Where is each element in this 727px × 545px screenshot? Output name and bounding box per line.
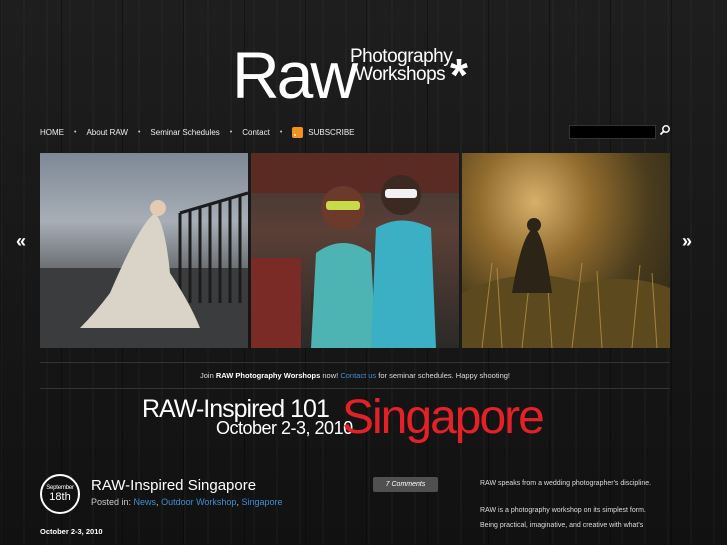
post-day: 18th: [49, 491, 71, 503]
comments-button[interactable]: 7 Comments: [373, 477, 438, 492]
slider-next-button[interactable]: »: [682, 231, 692, 252]
rss-icon[interactable]: [292, 126, 304, 138]
post-categories: Posted in: News, Outdoor Workshop, Singa…: [91, 497, 283, 507]
nav-separator: •: [74, 128, 77, 136]
banner-city: Singapore: [342, 391, 545, 444]
banner-dates: October 2-3, 2010: [216, 418, 353, 438]
contact-us-link[interactable]: Contact us: [340, 371, 376, 380]
logo-workshops-text: Workshops: [355, 64, 446, 85]
sidebar-about: RAW speaks from a wedding photographer's…: [480, 476, 660, 545]
slide-image-couple-sunglasses[interactable]: [251, 153, 459, 348]
category-link-singapore[interactable]: Singapore: [241, 497, 282, 507]
notice-suffix: for seminar schedules. Happy shooting!: [376, 371, 510, 380]
slider-prev-button[interactable]: «: [16, 231, 26, 252]
notice-prefix: Join: [200, 371, 216, 380]
nav-item-about[interactable]: About RAW: [86, 128, 128, 137]
notice-mid: now!: [320, 371, 341, 380]
notice-bold: RAW Photography Worshops: [215, 371, 321, 380]
logo-raw-text: Raw: [232, 38, 358, 112]
sidebar-paragraph: RAW is a photography workshop on its sim…: [480, 507, 646, 529]
nav-separator: •: [229, 128, 233, 136]
nav-item-home[interactable]: HOME: [40, 128, 64, 137]
search-icon[interactable]: [659, 124, 671, 136]
nav-item-subscribe[interactable]: SUBSCRIBE: [308, 128, 354, 137]
nav-item-contact[interactable]: Contact: [242, 128, 270, 137]
main-nav: HOME • About RAW • Seminar Schedules • C…: [40, 126, 355, 138]
slide-image-couple-field[interactable]: [462, 153, 670, 348]
slide-image-bride-balcony[interactable]: [40, 153, 248, 348]
posted-in-label: Posted in:: [91, 497, 134, 507]
search-input[interactable]: [569, 125, 656, 139]
logo-asterisk: *: [450, 49, 468, 101]
category-link-news[interactable]: News: [134, 497, 157, 507]
photo-slider: [40, 153, 670, 348]
post-date-badge: September 18th: [40, 474, 80, 514]
nav-separator: •: [279, 128, 283, 136]
site-logo[interactable]: Raw Photography Workshops *: [232, 38, 492, 112]
event-banner[interactable]: RAW-Inspired 101 October 2-3, 2010 Singa…: [142, 392, 562, 444]
category-link-outdoor-workshop[interactable]: Outdoor Workshop: [161, 497, 236, 507]
nav-separator: •: [137, 128, 141, 136]
post-event-date: October 2-3, 2010: [40, 527, 103, 536]
post-title[interactable]: RAW-Inspired Singapore: [91, 477, 256, 494]
nav-item-seminar-schedules[interactable]: Seminar Schedules: [150, 128, 219, 137]
announcement-bar: Join RAW Photography Worshops now! Conta…: [40, 362, 670, 389]
sidebar-paragraph: RAW speaks from a wedding photographer's…: [480, 480, 652, 487]
